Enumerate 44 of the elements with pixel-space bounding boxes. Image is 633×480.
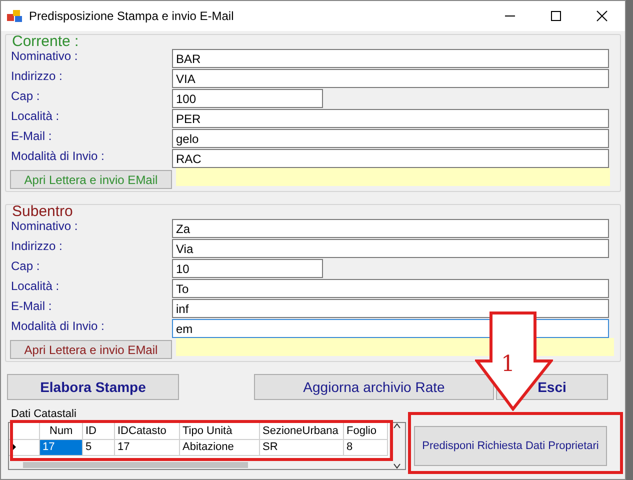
text-field[interactable]: 10 [172,259,323,278]
section-title: Subentro [11,205,74,219]
field-label: E-Mail : [10,129,53,143]
field-label: Modalità di Invio : [10,319,106,333]
text-field[interactable]: To [172,279,609,298]
maximize-icon [550,10,562,22]
text-field[interactable]: RAC [172,149,609,168]
scroll-down-icon[interactable] [393,463,401,469]
field-label: Località : [10,109,60,123]
window-title: Predisposizione Stampa e invio E-Mail [29,8,234,25]
field-label: Cap : [10,89,41,103]
action-button[interactable]: Aggiorna archivio Rate [254,374,494,400]
field-label: E-Mail : [10,299,53,313]
text-field[interactable]: Via [172,239,609,258]
open-letter-button[interactable]: Apri Lettera e invio EMail [10,340,172,359]
field-label: Cap : [10,259,41,273]
table-cell[interactable]: 5 [82,439,114,455]
text-field[interactable]: PER [172,109,609,128]
field-label: Nominativo : [10,49,79,63]
field-label: Modalità di Invio : [10,149,106,163]
field-label: Località : [10,279,60,293]
text-field[interactable]: inf [172,299,609,318]
action-button[interactable]: Elabora Stampe [7,374,179,400]
field-label: Indirizzo : [10,69,64,83]
field-label: Indirizzo : [10,239,64,253]
annotation-number: 1 [501,353,515,377]
text-field[interactable]: gelo [172,129,609,148]
field-label: Nominativo : [10,219,79,233]
table-cell[interactable]: 8 [343,439,387,455]
horizontal-scrollbar[interactable] [9,461,389,469]
text-field[interactable]: 100 [172,89,323,108]
text-field[interactable]: Za [172,219,609,238]
group-label: Dati Catastali [11,408,78,420]
table-cell[interactable]: Abitazione [179,439,259,455]
text-field[interactable]: BAR [172,49,609,68]
close-icon [596,10,608,22]
app-icon [7,9,23,23]
table-cell[interactable]: 17 [114,439,179,455]
table-cell[interactable]: 17 [39,439,82,455]
section-title: Corrente : [11,35,80,49]
request-button[interactable]: Predisponi Richiesta Dati Proprietari [414,426,607,466]
text-field[interactable]: VIA [172,69,609,88]
table-cell[interactable]: SR [259,439,343,455]
scroll-up-icon[interactable] [393,423,401,429]
